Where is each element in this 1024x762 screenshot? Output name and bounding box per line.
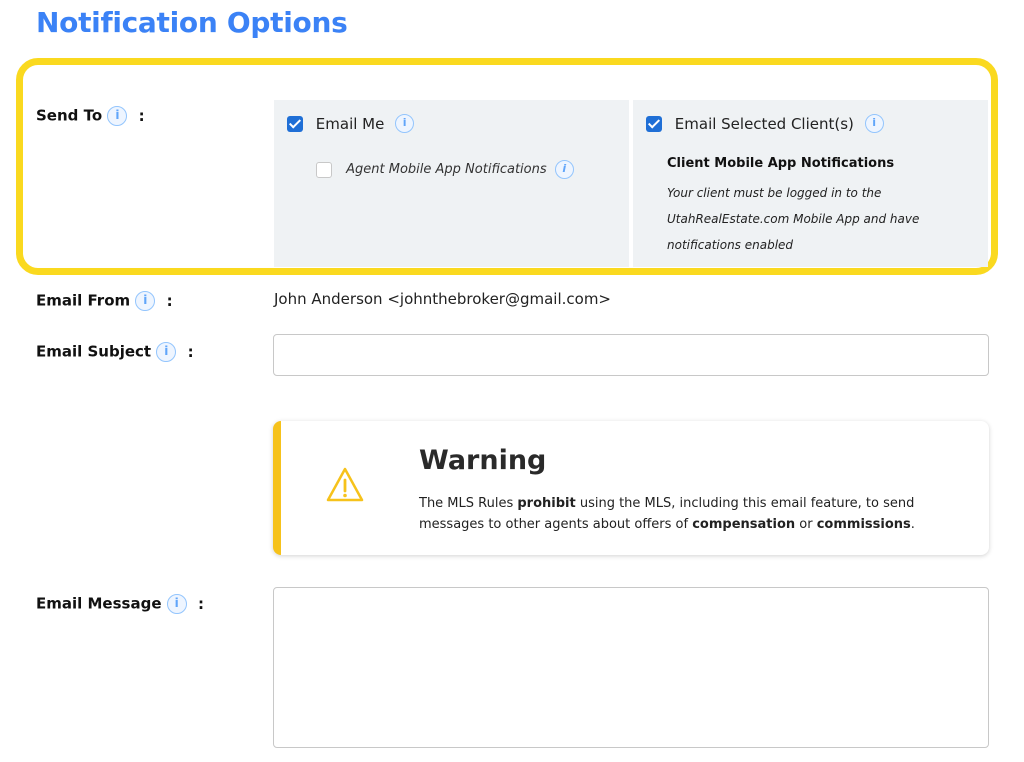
send-to-label: Send To i : (36, 106, 145, 126)
email-subject-colon: : (187, 342, 194, 361)
agent-app-checkbox[interactable] (316, 161, 332, 178)
warning-title: Warning (419, 445, 547, 476)
warning-triangle-icon (326, 467, 364, 502)
client-notifications-panel: Email Selected Client(s) i Client Mobile… (633, 100, 988, 267)
email-subject-input[interactable] (273, 334, 989, 376)
agent-notifications-panel: Email Me i Agent Mobile App Notification… (274, 100, 629, 267)
email-subject-info-icon[interactable]: i (156, 342, 177, 362)
email-message-colon: : (197, 594, 204, 613)
email-from-colon: : (166, 291, 173, 310)
email-subject-label: Email Subject i : (36, 342, 194, 362)
email-message-textarea[interactable] (273, 587, 989, 748)
email-from-label: Email From i : (36, 291, 173, 311)
send-to-info-icon[interactable]: i (107, 106, 128, 126)
warning-text-4: . (910, 517, 915, 532)
notification-options-page: Notification Options Send To i : Email M… (0, 0, 1024, 762)
email-clients-label: Email Selected Client(s) (674, 114, 854, 133)
warning-text: The MLS Rules prohibit using the MLS, in… (419, 493, 979, 535)
email-message-label: Email Message i : (36, 594, 204, 614)
email-me-label: Email Me (315, 114, 385, 133)
email-message-info-icon[interactable]: i (166, 594, 187, 614)
agent-app-info-icon[interactable]: i (554, 160, 574, 179)
warning-bold-prohibit: prohibit (517, 496, 576, 511)
client-app-note: Your client must be logged in to the Uta… (667, 186, 920, 252)
email-message-label-text: Email Message (36, 594, 162, 613)
email-me-checkbox[interactable] (287, 115, 303, 132)
email-me-info-icon[interactable]: i (395, 114, 415, 133)
agent-app-option[interactable]: Agent Mobile App Notifications i (316, 160, 574, 179)
email-clients-option[interactable]: Email Selected Client(s) i (646, 114, 884, 133)
agent-app-label: Agent Mobile App Notifications (346, 162, 547, 177)
email-clients-checkbox[interactable] (646, 115, 662, 132)
email-from-info-icon[interactable]: i (135, 291, 156, 311)
email-from-label-text: Email From (36, 291, 131, 310)
warning-text-1: The MLS Rules (419, 496, 518, 511)
warning-bold-commissions: commissions (816, 517, 911, 532)
client-app-heading: Client Mobile App Notifications (667, 156, 895, 171)
section-title: Notification Options (36, 6, 348, 39)
send-to-colon: : (138, 106, 145, 125)
email-from-value: John Anderson <johnthebroker@gmail.com> (274, 290, 611, 308)
send-to-label-text: Send To (36, 106, 103, 125)
warning-bold-compensation: compensation (692, 517, 796, 532)
email-me-option[interactable]: Email Me i (287, 114, 415, 133)
email-subject-label-text: Email Subject (36, 342, 152, 361)
warning-text-3: or (795, 517, 817, 532)
warning-callout: Warning The MLS Rules prohibit using the… (273, 421, 989, 555)
email-clients-info-icon[interactable]: i (864, 114, 884, 133)
